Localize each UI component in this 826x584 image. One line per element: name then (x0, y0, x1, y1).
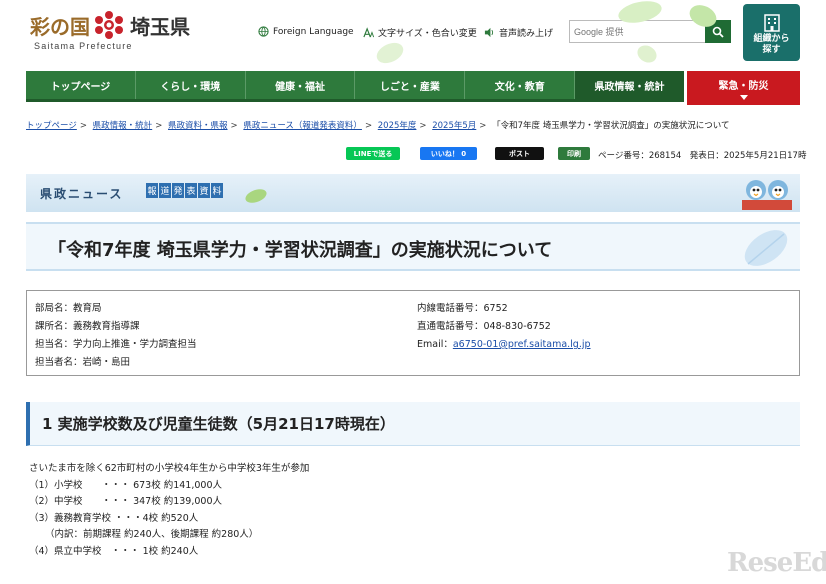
mascot-illustration-icon (742, 180, 792, 210)
emergency-button[interactable]: 緊急・防災 (687, 71, 800, 105)
breadcrumb-link[interactable]: 県政情報・統計 (93, 121, 153, 131)
leaf-decoration-icon (637, 45, 657, 63)
breadcrumb-separator: > (479, 121, 487, 131)
extension-phone: 内線電話番号：6752 (417, 303, 508, 314)
body-line: （2）中学校 ・・・ 347校 約139,000人 (29, 496, 223, 507)
speaker-icon (484, 27, 494, 38)
x-post-button[interactable]: ポスト (495, 147, 544, 160)
breadcrumb-link[interactable]: 2025年5月 (432, 121, 476, 131)
breadcrumb-link[interactable]: 県政資料・県報 (168, 121, 228, 131)
direct-phone: 直通電話番号：048-830-6752 (417, 321, 551, 332)
body-line: （3）義務教育学校 ・・・4校 約520人 (29, 512, 199, 524)
press-tag-char: 料 (211, 183, 223, 198)
nav-item-work[interactable]: しごと・産業 (355, 71, 466, 99)
page-title: 「令和7年度 埼玉県学力・学習状況調査」の実施状況について (48, 240, 553, 261)
nav-item-government[interactable]: 県政情報・統計 (575, 71, 684, 99)
org-search-label-2: 探す (762, 45, 781, 55)
department-label: 部局名：教育局 (35, 303, 102, 314)
logo-subtitle: Saitama Prefecture (34, 41, 133, 51)
voice-reader-label: 音声読み上げ (499, 29, 554, 39)
page-title-box: 「令和7年度 埼玉県学力・学習状況調査」の実施状況について (26, 222, 800, 271)
foreign-language-link[interactable]: Foreign Language (258, 26, 354, 37)
line-share-button[interactable]: LINEで送る (346, 147, 400, 160)
division-label: 課所名：義務教育指導課 (35, 321, 140, 332)
breadcrumb-link[interactable]: 県政ニュース（報道発表資料） (243, 121, 362, 131)
section-body: さいたま市を除く62市町村の小学校4年生から中学校3年生が参加 （1）小学校 ・… (29, 461, 309, 560)
person-label: 担当者名：岩崎・島田 (35, 357, 131, 368)
breadcrumb-link[interactable]: トップページ (26, 121, 77, 131)
org-search-label-1: 組織から (753, 34, 790, 44)
body-line: （1）小学校 ・・・ 673校 約141,000人 (29, 479, 223, 491)
leaf-decoration-icon (245, 189, 267, 203)
leaf-decoration-icon (618, 1, 662, 23)
foreign-language-label: Foreign Language (273, 26, 354, 37)
email-row: Email：a6750-01@pref.saitama.lg.jp (417, 336, 591, 350)
press-tag-char: 資 (198, 183, 210, 198)
chevron-down-icon (739, 94, 748, 100)
press-tag-char: 発 (172, 183, 184, 198)
banner-title: 県政ニュース (40, 187, 124, 201)
breadcrumb-separator: > (155, 121, 163, 131)
section-heading-box: 1 実施学校数及び児童生徒数（5月21日17時現在） (26, 402, 800, 446)
breadcrumb-separator: > (79, 121, 87, 131)
org-search-button[interactable]: 組織から 探す (743, 4, 800, 61)
breadcrumb-link[interactable]: 2025年度 (378, 121, 417, 131)
email-label: Email： (417, 339, 453, 350)
logo-text-prefecture: 埼玉県 (130, 14, 190, 39)
body-line: さいたま市を除く62市町村の小学校4年生から中学校3年生が参加 (29, 463, 310, 474)
building-icon (763, 14, 780, 32)
breadcrumb-separator: > (364, 121, 373, 131)
breadcrumb-separator: > (230, 121, 238, 131)
emergency-label: 緊急・防災 (718, 80, 769, 92)
nav-item-living[interactable]: くらし・環境 (136, 71, 246, 99)
breadcrumb: トップページ > 県政情報・統計 > 県政資料・県報 > 県政ニュース（報道発表資料）… (26, 119, 800, 131)
nav-item-health[interactable]: 健康・福祉 (246, 71, 356, 99)
news-banner: 県政ニュース 報 道 発 表 資 料 (26, 174, 800, 212)
press-release-tag: 報 道 発 表 資 料 (146, 183, 224, 198)
print-button[interactable]: 印刷 (558, 147, 590, 160)
page-meta: ページ番号：268154 発表日：2025年5月21日17時 (598, 151, 807, 161)
text-size-icon (363, 27, 374, 38)
leaf-decoration-icon (689, 5, 717, 27)
section-label: 担当名：学力向上推進・学力調査担当 (35, 339, 197, 350)
site-logo[interactable]: 彩の国 埼玉県 Saitama Prefecture (30, 10, 200, 60)
logo-text-saitama-nickname: 彩の国 (30, 14, 90, 39)
section-heading: 1 実施学校数及び児童生徒数（5月21日17時現在） (42, 415, 395, 433)
press-tag-char: 報 (146, 183, 158, 198)
contact-info-box: 部局名：教育局 課所名：義務教育指導課 担当名：学力向上推進・学力調査担当 担当… (26, 290, 800, 376)
body-line: （4）県立中学校 ・・・ 1校 約240人 (29, 545, 199, 557)
prefecture-emblem-icon (95, 11, 123, 39)
body-line: （内訳：前期課程 約240人、後期課程 約280人） (45, 529, 259, 540)
facebook-like-button[interactable]: いいね！ 0 (420, 147, 477, 160)
press-tag-char: 道 (159, 183, 171, 198)
voice-reader-link[interactable]: 音声読み上げ (484, 26, 553, 39)
email-link[interactable]: a6750-01@pref.saitama.lg.jp (453, 339, 591, 350)
globe-icon (258, 26, 269, 37)
press-tag-char: 表 (185, 183, 197, 198)
leaf-decoration-icon (376, 42, 404, 64)
leaf-decoration-icon (744, 230, 788, 266)
breadcrumb-separator: > (419, 121, 427, 131)
breadcrumb-current: 「令和7年度 埼玉県学力・学習状況調査」の実施状況について (492, 121, 730, 131)
watermark-logo: ReseEd (727, 548, 826, 578)
nav-item-culture[interactable]: 文化・教育 (465, 71, 576, 99)
nav-item-top[interactable]: トップページ (26, 71, 136, 99)
global-nav: トップページ くらし・環境 健康・福祉 しごと・産業 文化・教育 県政情報・統計 (26, 71, 684, 102)
